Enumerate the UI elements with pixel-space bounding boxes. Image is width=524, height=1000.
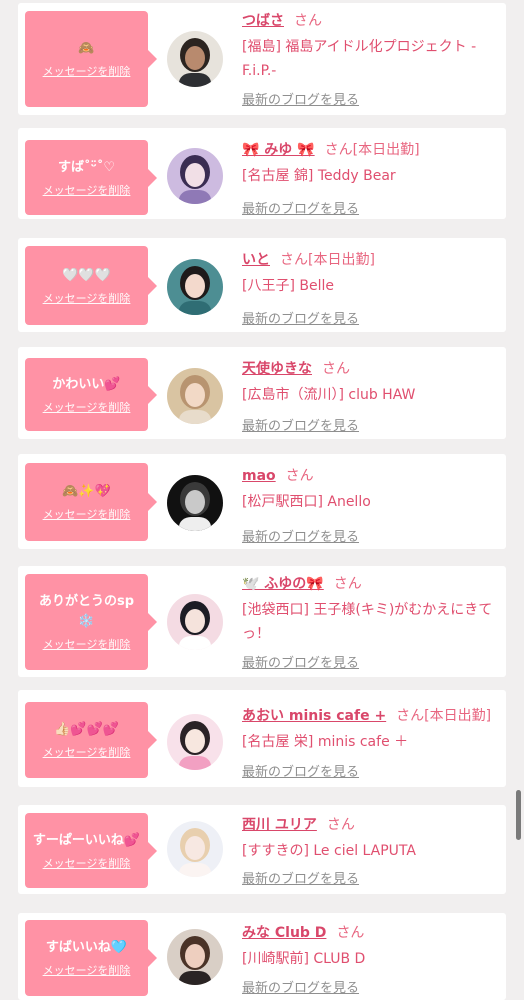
san-label: さん [324,142,353,158]
message-card: 👍🏻💕💕💕 メッセージを削除 あおい minis cafe + さん[本日出勤] … [18,690,506,787]
san-label: さん [396,708,425,724]
message-card: すば˚ᵕ̈˚♡ メッセージを削除 🎀 みゆ 🎀 さん[本日出勤] [名古屋 錦] … [18,128,506,219]
shop-name: [松戸駅西口] Anello [242,494,371,510]
shop-name: [すすきの] Le ciel LAPUTA [242,843,416,859]
delete-message-link[interactable]: メッセージを削除 [43,184,131,198]
san-label: さん [294,13,322,29]
message-bubble: すーぱーいいね💕 メッセージを削除 [25,813,157,888]
cast-info: いと さん[本日出勤] [八王子] Belle [242,250,498,298]
avatar[interactable] [167,368,223,424]
status-badge: [本日出勤] [352,142,420,158]
delete-message-link[interactable]: メッセージを削除 [43,638,131,652]
delete-message-link[interactable]: メッセージを削除 [43,508,131,522]
latest-blog-link[interactable]: 最新のブログを見る [242,526,359,545]
avatar[interactable] [167,475,223,531]
cast-name-link[interactable]: 🎀 みゆ 🎀 [242,142,315,158]
cast-name-link[interactable]: あおい minis cafe + [242,708,386,724]
delete-message-link[interactable]: メッセージを削除 [43,964,131,978]
san-label: さん [280,252,308,268]
latest-blog-link[interactable]: 最新のブログを見る [242,89,359,108]
avatar[interactable] [167,821,223,877]
cast-name-link[interactable]: いと [242,252,270,268]
delete-message-link[interactable]: メッセージを削除 [43,857,131,871]
shop-name: [広島市（流川）] club HAW [242,387,416,403]
shop-name: [名古屋 栄] minis cafe ＋ [242,734,409,750]
message-card: すばいいね🩵 メッセージを削除 みな Club D さん [川崎駅前] CLUB … [18,913,506,1000]
message-card: 🤍🤍🤍 メッセージを削除 いと さん[本日出勤] [八王子] Belle 最新のブ… [18,238,506,332]
message-bubble: かわいい💕 メッセージを削除 [25,358,157,431]
message-text: 👍🏻💕💕💕 [54,722,119,737]
cast-info: 🕊️ ふゆの🎀 さん [池袋西口] 王子様(キミ)がむかえにきてっ！ [242,574,498,646]
cast-info: 🎀 みゆ 🎀 さん[本日出勤] [名古屋 錦] Teddy Bear [242,140,498,188]
delete-message-link[interactable]: メッセージを削除 [43,292,131,306]
message-bubble: 🙈✨💖 メッセージを削除 [25,463,157,541]
avatar[interactable] [167,714,223,770]
san-label: さん [322,361,350,377]
message-card: 🙈✨💖 メッセージを削除 mao さん [松戸駅西口] Anello 最新のブログ… [18,454,506,549]
cast-info: mao さん [松戸駅西口] Anello [242,466,498,514]
avatar[interactable] [167,259,223,315]
cast-name-link[interactable]: つばさ [242,13,284,29]
cast-name-link[interactable]: みな Club D [242,925,326,941]
latest-blog-link[interactable]: 最新のブログを見る [242,415,359,434]
san-label: さん [336,925,365,941]
latest-blog-link[interactable]: 最新のブログを見る [242,977,359,996]
avatar[interactable] [167,148,223,204]
avatar[interactable] [167,31,223,87]
message-text: ありがとうのsp❄️ [38,594,135,629]
cast-info: みな Club D さん [川崎駅前] CLUB D [242,923,498,971]
scrollbar[interactable] [516,790,521,840]
message-text: 🤍🤍🤍 [62,267,111,283]
message-bubble: 🙈 メッセージを削除 [25,11,157,107]
cast-name-link[interactable]: 🕊️ ふゆの🎀 [242,576,324,592]
message-bubble: ありがとうのsp❄️ メッセージを削除 [25,574,157,670]
latest-blog-link[interactable]: 最新のブログを見る [242,761,359,780]
cast-info: つばさ さん [福島] 福島アイドル化プロジェクト - F.i.P.- [242,11,498,83]
shop-name: [福島] 福島アイドル化プロジェクト - F.i.P.- [242,39,477,79]
latest-blog-link[interactable]: 最新のブログを見る [242,308,359,327]
shop-name: [池袋西口] 王子様(キミ)がむかえにきてっ！ [242,602,493,642]
delete-message-link[interactable]: メッセージを削除 [43,401,131,415]
message-text: すばいいね🩵 [45,940,128,955]
cast-info: 西川 ユリア さん [すすきの] Le ciel LAPUTA [242,815,498,863]
message-bubble: すばいいね🩵 メッセージを削除 [25,920,157,996]
latest-blog-link[interactable]: 最新のブログを見る [242,198,359,217]
message-text: すば˚ᵕ̈˚♡ [58,159,115,175]
cast-info: 天使ゆきな さん [広島市（流川）] club HAW [242,359,498,407]
status-badge: [本日出勤] [424,708,492,724]
status-badge: [本日出勤] [308,252,375,268]
shop-name: [川崎駅前] CLUB D [242,951,366,967]
message-card: 🙈 メッセージを削除 つばさ さん [福島] 福島アイドル化プロジェクト - F.… [18,3,506,115]
avatar[interactable] [167,929,223,985]
shop-name: [名古屋 錦] Teddy Bear [242,168,396,184]
message-bubble: すば˚ᵕ̈˚♡ メッセージを削除 [25,140,157,215]
avatar[interactable] [167,594,223,650]
message-text: かわいい💕 [52,376,121,392]
san-label: さん [285,468,314,484]
cast-info: あおい minis cafe + さん[本日出勤] [名古屋 栄] minis c… [242,706,498,754]
san-label: さん [326,817,355,833]
message-bubble: 👍🏻💕💕💕 メッセージを削除 [25,702,157,778]
message-text: 🙈 [78,41,95,56]
message-card: かわいい💕 メッセージを削除 天使ゆきな さん [広島市（流川）] club HA… [18,347,506,439]
delete-message-link[interactable]: メッセージを削除 [43,746,131,760]
delete-message-link[interactable]: メッセージを削除 [43,65,131,79]
message-card: すーぱーいいね💕 メッセージを削除 西川 ユリア さん [すすきの] Le cie… [18,805,506,894]
message-text: すーぱーいいね💕 [32,832,141,848]
message-text: 🙈✨💖 [62,484,111,499]
message-bubble: 🤍🤍🤍 メッセージを削除 [25,246,157,325]
latest-blog-link[interactable]: 最新のブログを見る [242,868,359,887]
san-label: さん [333,576,362,592]
shop-name: [八王子] Belle [242,278,334,294]
cast-name-link[interactable]: mao [242,468,276,484]
cast-name-link[interactable]: 西川 ユリア [242,817,317,833]
cast-name-link[interactable]: 天使ゆきな [242,361,312,377]
latest-blog-link[interactable]: 最新のブログを見る [242,652,359,671]
message-card: ありがとうのsp❄️ メッセージを削除 🕊️ ふゆの🎀 さん [池袋西口] 王子様… [18,566,506,677]
